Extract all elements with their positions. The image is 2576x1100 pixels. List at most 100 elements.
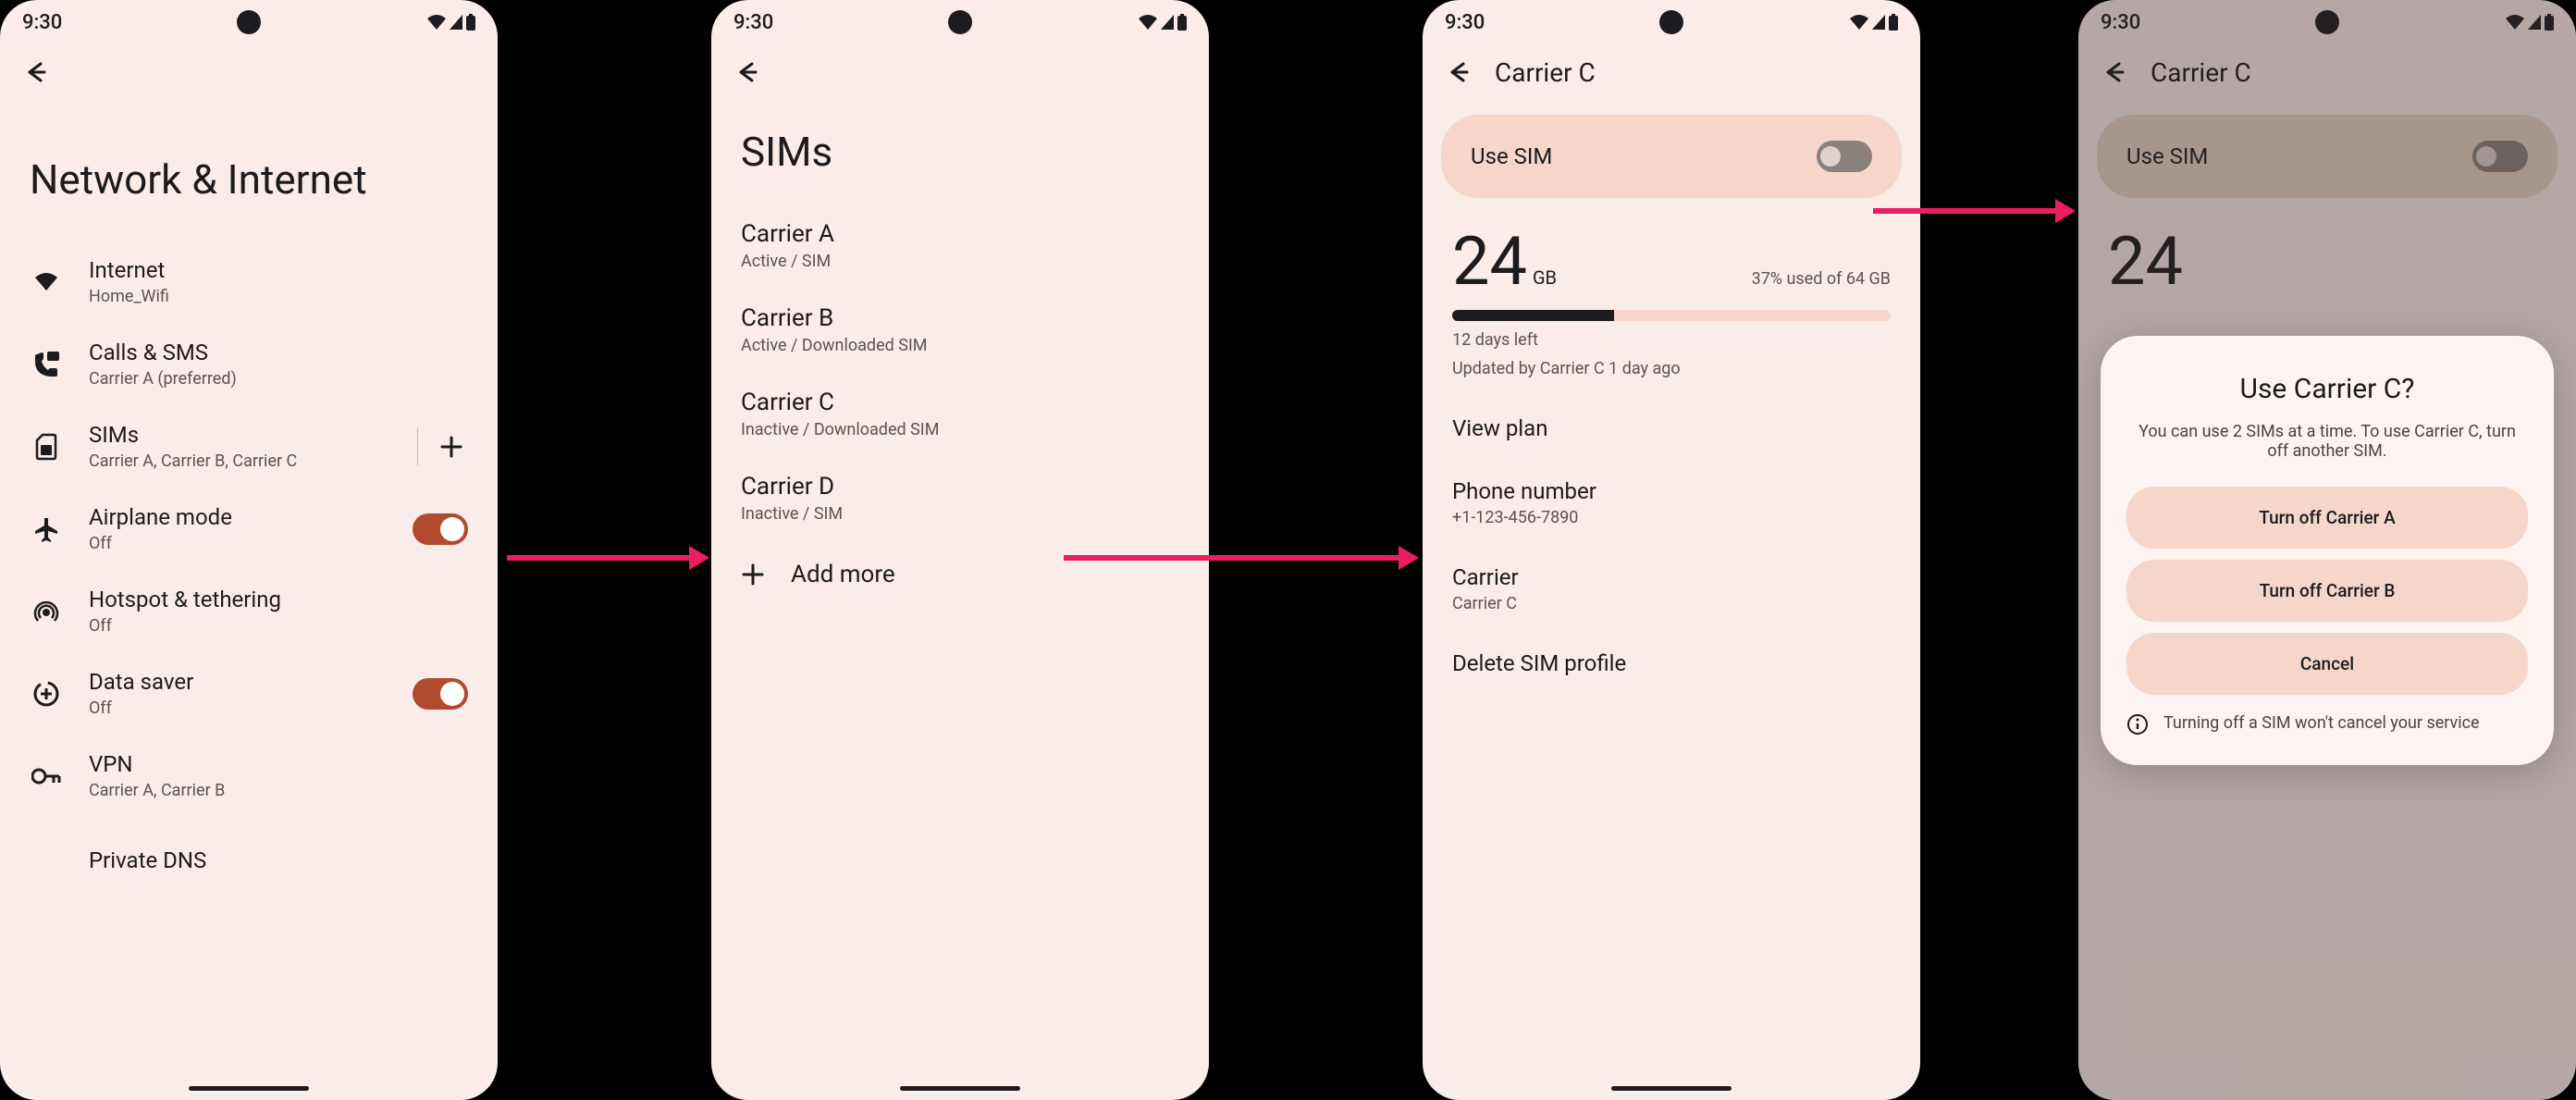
back-icon	[2101, 60, 2125, 84]
status-time: 9:30	[2101, 11, 2140, 34]
screen-sims: 9:30 SIMs Carrier A Active / SIM Carrier…	[711, 0, 1209, 1100]
sim-row-carrier-c[interactable]: Carrier C Inactive / Downloaded SIM	[711, 372, 1209, 456]
camera-cutout	[2315, 10, 2339, 34]
screen-network-internet: 9:30 Network & Internet Internet Home_Wi…	[0, 0, 498, 1100]
wifi-icon	[1139, 15, 1157, 30]
data-progress	[1452, 310, 1891, 321]
page-title: Network & Internet	[0, 100, 498, 241]
status-icons	[1850, 14, 1898, 31]
row-label: Delete SIM profile	[1452, 650, 1891, 676]
status-bar: 9:30	[711, 0, 1209, 44]
status-icons	[427, 14, 475, 31]
status-time: 9:30	[1445, 11, 1485, 34]
sim-icon	[30, 433, 63, 461]
sim-row-carrier-d[interactable]: Carrier D Inactive / SIM	[711, 456, 1209, 540]
row-vpn[interactable]: VPN Carrier A, Carrier B	[0, 735, 498, 817]
back-icon[interactable]	[733, 60, 758, 84]
back-row: Carrier C	[2078, 44, 2576, 100]
turn-off-carrier-b-button[interactable]: Turn off Carrier B	[2126, 560, 2528, 622]
row-label: View plan	[1452, 415, 1891, 441]
nav-pill[interactable]	[189, 1086, 309, 1091]
phone-sms-icon	[30, 352, 63, 377]
airplane-icon	[30, 516, 63, 542]
battery-icon	[1889, 14, 1898, 31]
dialog-text: You can use 2 SIMs at a time. To use Car…	[2126, 422, 2528, 461]
hotspot-icon	[30, 599, 63, 624]
wifi-icon	[2506, 15, 2524, 30]
data-progress-fill	[1452, 310, 1614, 321]
dialog-note-text: Turning off a SIM won't cancel your serv…	[2163, 713, 2480, 733]
row-sub: +1-123-456-7890	[1452, 508, 1891, 527]
row-label: VPN	[89, 751, 468, 777]
signal-icon	[450, 15, 462, 30]
add-sim-button[interactable]	[435, 430, 468, 463]
plus-icon	[439, 435, 463, 459]
row-calls-sms[interactable]: Calls & SMS Carrier A (preferred)	[0, 323, 498, 405]
back-icon[interactable]	[1445, 60, 1469, 84]
sim-row-carrier-a[interactable]: Carrier A Active / SIM	[711, 204, 1209, 288]
back-icon[interactable]	[22, 60, 46, 84]
flow-arrow-3	[1873, 208, 2072, 214]
sim-status: Active / SIM	[741, 252, 1179, 271]
row-sub: Carrier C	[1452, 594, 1891, 613]
use-sim-label: Use SIM	[1471, 143, 1552, 169]
back-row	[0, 44, 498, 100]
row-sub: Carrier A, Carrier B	[89, 781, 468, 800]
status-bar: 9:30	[1423, 0, 1920, 44]
row-label: Phone number	[1452, 478, 1891, 504]
updated-text: Updated by Carrier C 1 day ago	[1452, 359, 1891, 378]
row-carrier[interactable]: Carrier Carrier C	[1423, 546, 1920, 632]
camera-cutout	[948, 10, 972, 34]
turn-off-carrier-a-button[interactable]: Turn off Carrier A	[2126, 487, 2528, 549]
data-used-text: 37% used of 64 GB	[1752, 269, 1891, 289]
row-internet[interactable]: Internet Home_Wifi	[0, 241, 498, 323]
flow-arrow-1	[507, 555, 706, 561]
row-label: Carrier	[1452, 564, 1891, 590]
battery-icon	[2545, 14, 2554, 31]
row-private-dns[interactable]: Private DNS	[0, 817, 498, 887]
row-view-plan[interactable]: View plan	[1423, 397, 1920, 460]
nav-pill[interactable]	[900, 1086, 1020, 1091]
row-label: Private DNS	[89, 847, 468, 873]
signal-icon	[2528, 15, 2541, 30]
row-sub: Off	[89, 616, 468, 636]
wifi-icon	[1850, 15, 1868, 30]
row-sims[interactable]: SIMs Carrier A, Carrier B, Carrier C	[0, 405, 498, 488]
camera-cutout	[237, 10, 261, 34]
nav-pill[interactable]	[1611, 1086, 1732, 1091]
back-row	[711, 44, 1209, 100]
dialog-note: Turning off a SIM won't cancel your serv…	[2126, 713, 2528, 735]
datasaver-toggle[interactable]	[413, 678, 468, 710]
row-delete-sim[interactable]: Delete SIM profile	[1423, 632, 1920, 695]
use-sim-toggle[interactable]	[1817, 141, 1872, 172]
airplane-toggle[interactable]	[413, 513, 468, 545]
row-airplane[interactable]: Airplane mode Off	[0, 488, 498, 570]
row-label: Hotspot & tethering	[89, 587, 468, 612]
row-sub: Off	[89, 534, 387, 553]
sim-row-carrier-b[interactable]: Carrier B Active / Downloaded SIM	[711, 288, 1209, 372]
battery-icon	[1177, 14, 1187, 31]
row-sub: Carrier A, Carrier B, Carrier C	[89, 451, 391, 471]
back-row: Carrier C	[1423, 44, 1920, 100]
cancel-button[interactable]: Cancel	[2126, 633, 2528, 695]
screen-dialog: 9:30 Carrier C Use SIM 24 Use Carrier C?…	[2078, 0, 2576, 1100]
sim-status: Active / Downloaded SIM	[741, 336, 1179, 355]
days-left: 12 days left	[1452, 330, 1891, 350]
row-sub: Home_Wifi	[89, 287, 468, 306]
use-sim-card: Use SIM	[2097, 115, 2558, 198]
data-amount: 24	[1452, 222, 1527, 301]
status-bar: 9:30	[0, 0, 498, 44]
status-bar: 9:30	[2078, 0, 2576, 44]
add-more-button[interactable]: Add more	[711, 540, 1209, 609]
plus-icon	[741, 562, 765, 587]
info-icon	[2126, 713, 2149, 735]
wifi-icon	[427, 15, 446, 30]
battery-icon	[466, 14, 475, 31]
row-phone-number[interactable]: Phone number +1-123-456-7890	[1423, 460, 1920, 546]
data-usage-block: 24GB 37% used of 64 GB 12 days left Upda…	[1423, 213, 1920, 397]
row-sub: Carrier A (preferred)	[89, 369, 468, 389]
row-datasaver[interactable]: Data saver Off	[0, 652, 498, 735]
row-hotspot[interactable]: Hotspot & tethering Off	[0, 570, 498, 652]
use-sim-toggle	[2472, 141, 2528, 172]
signal-icon	[1161, 15, 1174, 30]
